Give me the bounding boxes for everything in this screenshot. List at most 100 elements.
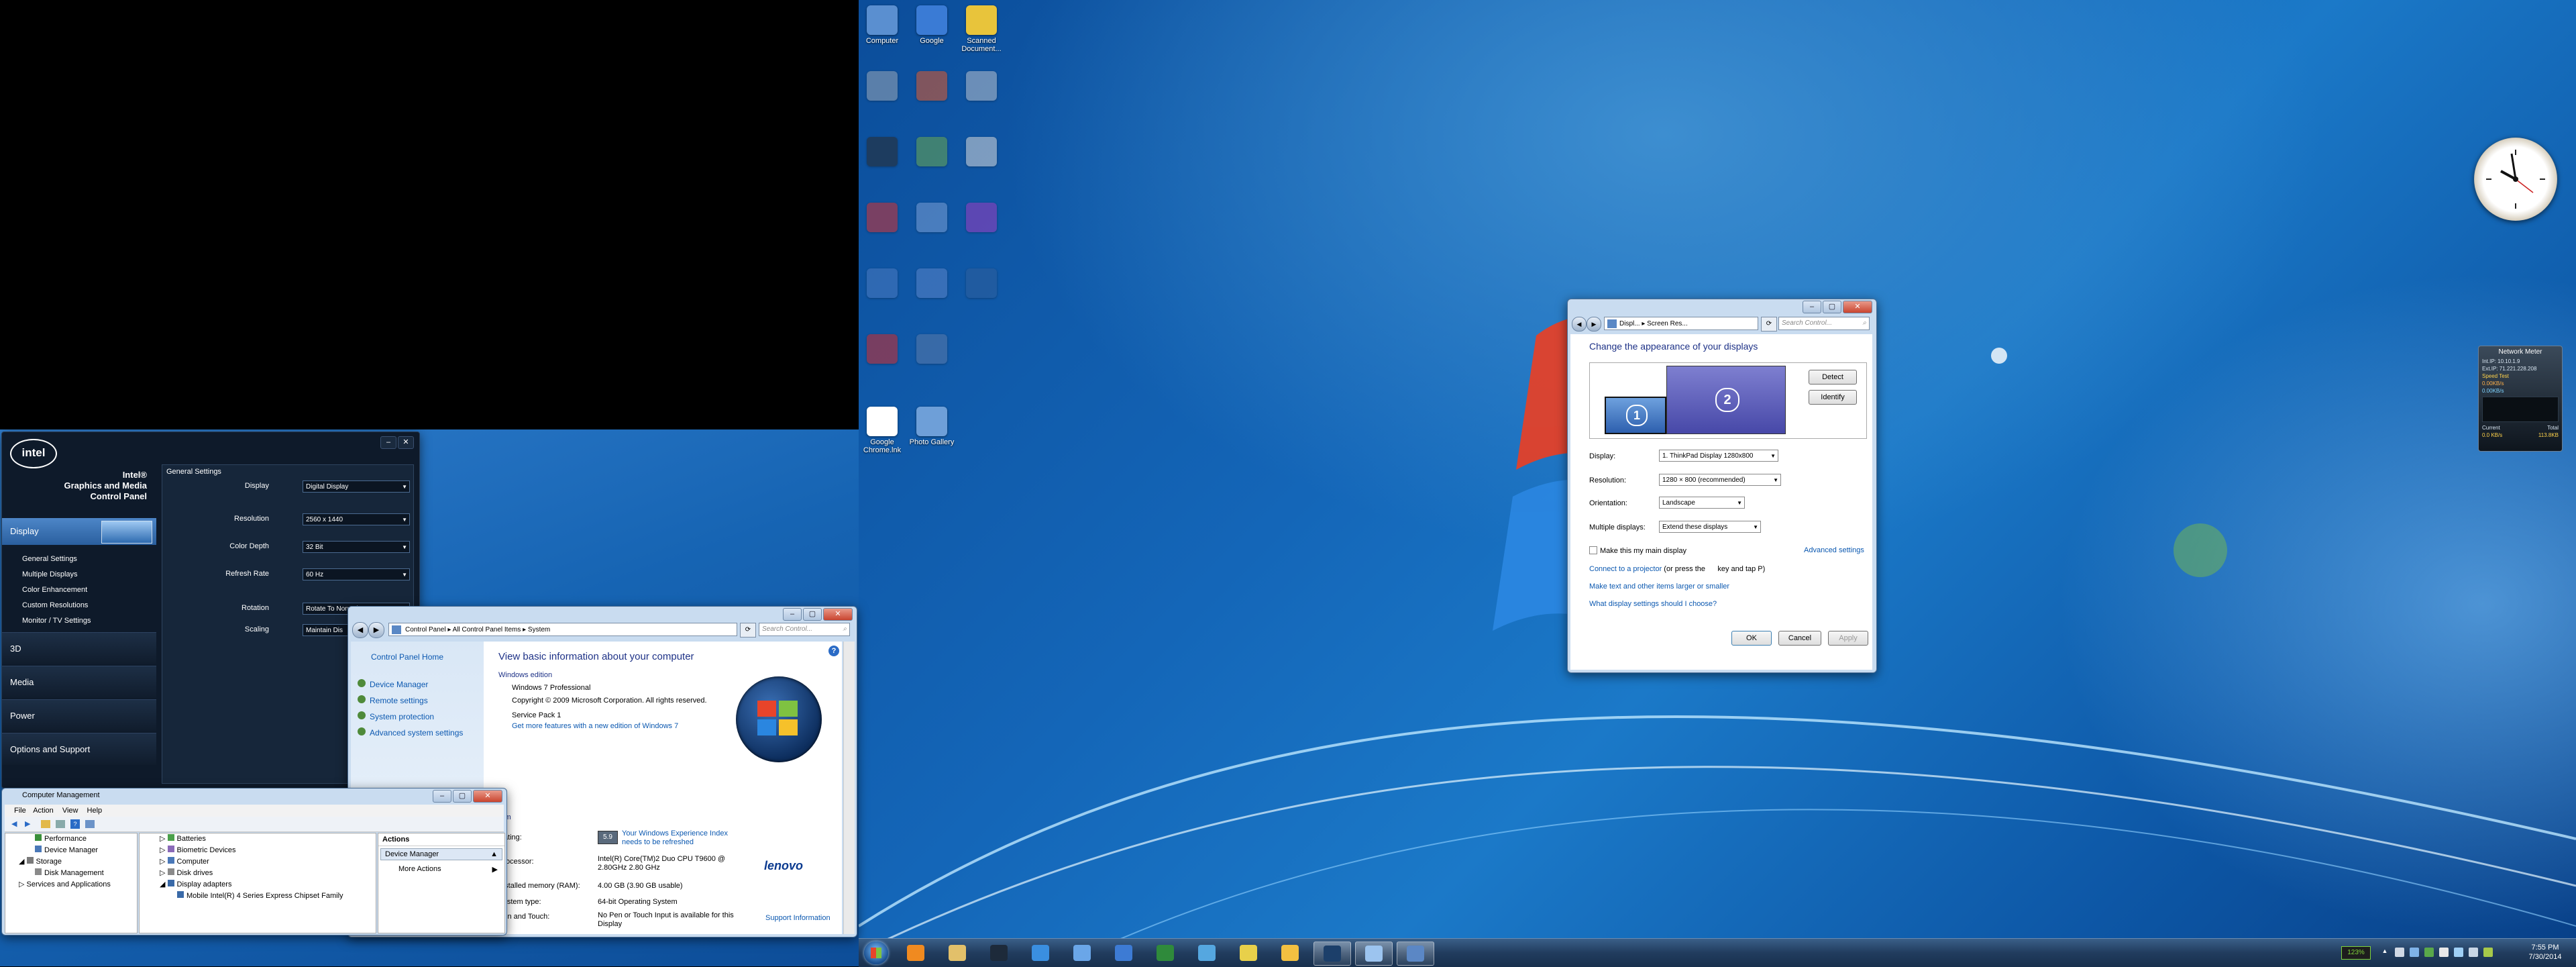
- device-computer[interactable]: ▷ Computer: [140, 856, 376, 868]
- orientation-select[interactable]: Landscape ▼: [1659, 497, 1745, 509]
- vertical-scrollbar[interactable]: [843, 642, 855, 934]
- desktop-icon-app-13[interactable]: [859, 334, 906, 366]
- desktop-icon-google[interactable]: Google: [908, 5, 955, 45]
- network-meter-gadget[interactable]: Network Meter Int.IP: 10.10.1.9 Ext.IP: …: [2478, 346, 2563, 452]
- text-size-link[interactable]: Make text and other items larger or smal…: [1589, 582, 1729, 591]
- multiple-displays-select[interactable]: Extend these displays ▼: [1659, 521, 1761, 533]
- remote-settings-link[interactable]: Remote settings: [358, 693, 463, 709]
- intel-nav-options-support[interactable]: Options and Support: [2, 733, 156, 765]
- device-disk-drives[interactable]: ▷ Disk drives: [140, 868, 376, 879]
- advanced-settings-link[interactable]: Advanced settings: [1804, 546, 1864, 554]
- desktop-icon-app-9[interactable]: [958, 203, 1005, 234]
- maximize-button[interactable]: ▢: [803, 608, 822, 621]
- menu-view[interactable]: View: [62, 807, 78, 815]
- device-batteries[interactable]: ▷ Batteries: [140, 833, 376, 845]
- taskbar-chrome-button[interactable]: [1230, 941, 1267, 964]
- close-button[interactable]: ✕: [473, 790, 502, 803]
- taskbar-people-button[interactable]: [1064, 941, 1100, 964]
- start-button[interactable]: [864, 941, 888, 964]
- power-icon[interactable]: [2483, 948, 2493, 957]
- clock[interactable]: 7:55 PM 7/30/2014: [2521, 943, 2569, 962]
- intel-nav-color-enhancement[interactable]: Color Enhancement: [22, 582, 91, 598]
- display-select[interactable]: 1. ThinkPad Display 1280x800 ▼: [1659, 450, 1778, 462]
- wifi-icon[interactable]: [2454, 948, 2463, 957]
- speed-test-link[interactable]: Speed Test: [2482, 372, 2559, 380]
- experience-index-link[interactable]: Your Windows Experience Index needs to b…: [622, 829, 743, 847]
- breadcrumb-all-items[interactable]: All Control Panel Items: [453, 626, 521, 633]
- desktop-icon-recycle-bin[interactable]: [859, 71, 906, 103]
- support-information-link[interactable]: Support Information: [765, 914, 830, 922]
- display-icon[interactable]: [2410, 948, 2419, 957]
- more-actions[interactable]: More Actions ▶: [378, 862, 504, 876]
- battery-indicator[interactable]: 123%: [2341, 946, 2371, 960]
- tree-device-manager[interactable]: Device Manager: [5, 845, 137, 856]
- back-button[interactable]: ◀: [352, 622, 368, 638]
- search-input[interactable]: Search Control... ⌕: [1778, 317, 1870, 330]
- cancel-button[interactable]: Cancel: [1778, 631, 1821, 646]
- address-bar[interactable]: Displ... ▸ Screen Res...: [1604, 317, 1758, 330]
- advanced-system-settings-link[interactable]: Advanced system settings: [358, 725, 463, 741]
- tree-storage[interactable]: ◢ Storage: [5, 856, 137, 868]
- menu-file[interactable]: File: [14, 807, 26, 815]
- minimize-button[interactable]: –: [380, 436, 396, 449]
- resolution-select[interactable]: 2560 x 1440 ▼: [303, 513, 410, 525]
- taskbar-spreadsheet-button[interactable]: [1147, 941, 1183, 964]
- maximize-button[interactable]: ▢: [453, 790, 472, 803]
- detect-button[interactable]: Detect: [1809, 370, 1857, 385]
- desktop-icon-app-12[interactable]: [958, 268, 1005, 300]
- close-button[interactable]: ✕: [398, 436, 414, 449]
- intel-nav-custom-resolutions[interactable]: Custom Resolutions: [22, 598, 91, 613]
- tree-disk-management[interactable]: Disk Management: [5, 868, 137, 879]
- address-bar[interactable]: Control Panel ▸ All Control Panel Items …: [388, 623, 737, 636]
- desktop-icon-app-10[interactable]: [859, 268, 906, 300]
- desktop-icon-app-6[interactable]: [958, 137, 1005, 168]
- device-display-adapters[interactable]: ◢ Display adapters: [140, 879, 376, 890]
- more-features-link[interactable]: Get more features with a new edition of …: [512, 722, 678, 730]
- keyboard-icon[interactable]: [2395, 948, 2404, 957]
- properties-icon[interactable]: [56, 820, 65, 828]
- color-depth-select[interactable]: 32 Bit ▼: [303, 541, 410, 553]
- device-biometric[interactable]: ▷ Biometric Devices: [140, 845, 376, 856]
- desktop-icon-app-2[interactable]: [908, 71, 955, 103]
- taskbar-explorer-button[interactable]: [939, 941, 975, 964]
- clock-gadget[interactable]: [2474, 138, 2557, 221]
- control-panel-home-link[interactable]: Control Panel Home: [371, 652, 443, 662]
- breadcrumb-system[interactable]: System: [528, 626, 550, 633]
- menu-help[interactable]: Help: [87, 807, 103, 815]
- intel-nav-monitor-tv-settings[interactable]: Monitor / TV Settings: [22, 613, 91, 629]
- minimize-button[interactable]: –: [783, 608, 802, 621]
- volume-icon[interactable]: [2469, 948, 2478, 957]
- show-hidden-icons[interactable]: ▲: [2380, 948, 2390, 957]
- search-input[interactable]: Search Control... ⌕: [759, 623, 850, 636]
- taskbar-folder-button[interactable]: [1272, 941, 1308, 964]
- forward-button[interactable]: ▶: [368, 622, 384, 638]
- connect-projector-link[interactable]: Connect to a projector: [1589, 565, 1662, 573]
- close-button[interactable]: ✕: [823, 608, 853, 621]
- choose-settings-link[interactable]: What display settings should I choose?: [1589, 600, 1717, 608]
- back-icon[interactable]: ◀: [11, 819, 17, 828]
- intel-nav-multiple-displays[interactable]: Multiple Displays: [22, 567, 91, 582]
- intel-nav-general-settings[interactable]: General Settings: [22, 552, 91, 567]
- breadcrumb-screen-resolution[interactable]: Screen Res...: [1647, 320, 1688, 327]
- taskbar-graphics-panel-button[interactable]: [1313, 941, 1351, 966]
- minimize-button[interactable]: –: [433, 790, 451, 803]
- taskbar-app-bird-button[interactable]: [981, 941, 1017, 964]
- desktop-icon-scanned-document[interactable]: Scanned Document...: [958, 5, 1005, 53]
- tree-services-applications[interactable]: ▷ Services and Applications: [5, 879, 137, 890]
- breadcrumb-control-panel[interactable]: Control Panel: [405, 626, 446, 633]
- intel-nav-display[interactable]: Display: [2, 518, 156, 545]
- device-manager-link[interactable]: Device Manager: [358, 676, 463, 693]
- close-button[interactable]: ✕: [1843, 301, 1872, 313]
- minimize-button[interactable]: –: [1803, 301, 1821, 313]
- intel-nav-power[interactable]: Power: [2, 699, 156, 731]
- taskbar-media-player-button[interactable]: [898, 941, 934, 964]
- back-button[interactable]: ◀: [1572, 317, 1587, 332]
- taskbar-computer-management-button[interactable]: [1397, 941, 1434, 966]
- refresh-rate-select[interactable]: 60 Hz ▼: [303, 568, 410, 580]
- desktop-icon-app-14[interactable]: [908, 334, 955, 366]
- intel-nav-3d[interactable]: 3D: [2, 632, 156, 664]
- folder-icon[interactable]: [41, 820, 50, 828]
- device-intel-chipset[interactable]: Mobile Intel(R) 4 Series Express Chipset…: [140, 890, 376, 902]
- desktop-icon-app-5[interactable]: [908, 137, 955, 168]
- taskbar-display-settings-button[interactable]: [1355, 941, 1393, 966]
